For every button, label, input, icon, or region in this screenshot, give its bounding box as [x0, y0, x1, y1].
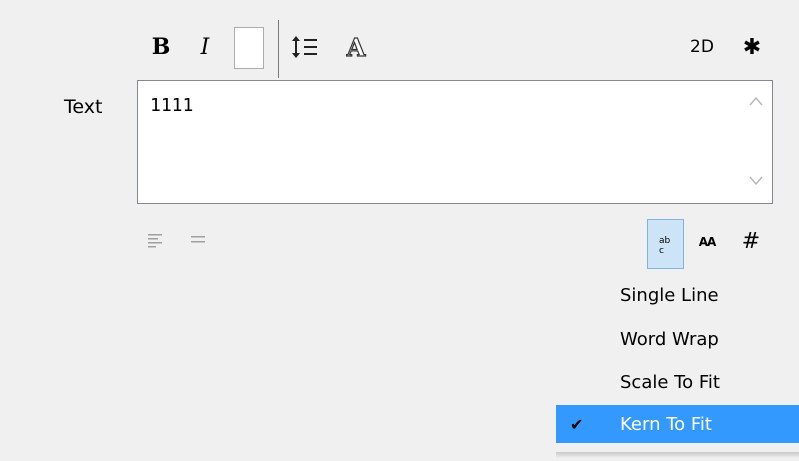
menu-item-single-line[interactable]: Single Line: [556, 276, 799, 314]
svg-text:ab: ab: [659, 236, 671, 246]
align-left-icon: [148, 234, 162, 248]
menu-item-label: Single Line: [620, 284, 719, 306]
text-value: 1111: [150, 95, 194, 116]
text-input[interactable]: 1111: [137, 80, 773, 204]
menu-item-kern-to-fit[interactable]: ✔ Kern To Fit: [556, 405, 799, 443]
menu-item-label: Kern To Fit: [620, 413, 712, 435]
bold-button[interactable]: B: [148, 30, 174, 64]
menu-item-word-wrap[interactable]: Word Wrap: [556, 320, 799, 358]
text-wrap-mode-button[interactable]: ab c: [647, 219, 684, 269]
menu-item-scale-to-fit[interactable]: Scale To Fit: [556, 363, 799, 401]
checkmark-icon: ✔: [570, 414, 584, 434]
italic-button[interactable]: I: [194, 30, 216, 64]
font-button[interactable]: A: [342, 30, 370, 64]
color-swatch-button[interactable]: [234, 27, 264, 69]
menu-item-label: Scale To Fit: [620, 371, 720, 393]
gear-icon: ✱: [742, 34, 762, 60]
line-spacing-button[interactable]: [290, 31, 320, 63]
menu-shadow: [556, 452, 799, 458]
text-label: Text: [64, 96, 103, 118]
line-spacing-icon: [292, 36, 317, 58]
align-left-button[interactable]: [148, 232, 164, 252]
align-center-icon: [191, 236, 205, 243]
scroll-down-arrow-icon[interactable]: [748, 175, 764, 189]
2d-button[interactable]: 2D: [682, 31, 722, 63]
grid-icon: #: [741, 228, 761, 254]
text-wrap-icon: ab c: [659, 236, 671, 255]
toolbar-divider: [278, 20, 279, 78]
scroll-up-arrow-icon[interactable]: [748, 95, 764, 109]
grid-button[interactable]: #: [738, 226, 764, 256]
kerning-button[interactable]: AA: [694, 232, 720, 252]
wrap-mode-menu: Single Line Word Wrap Scale To Fit ✔ Ker…: [556, 270, 799, 456]
svg-text:c: c: [659, 246, 664, 255]
settings-button[interactable]: ✱: [738, 31, 766, 63]
menu-item-label: Word Wrap: [620, 328, 719, 350]
align-center-button[interactable]: [190, 232, 206, 246]
